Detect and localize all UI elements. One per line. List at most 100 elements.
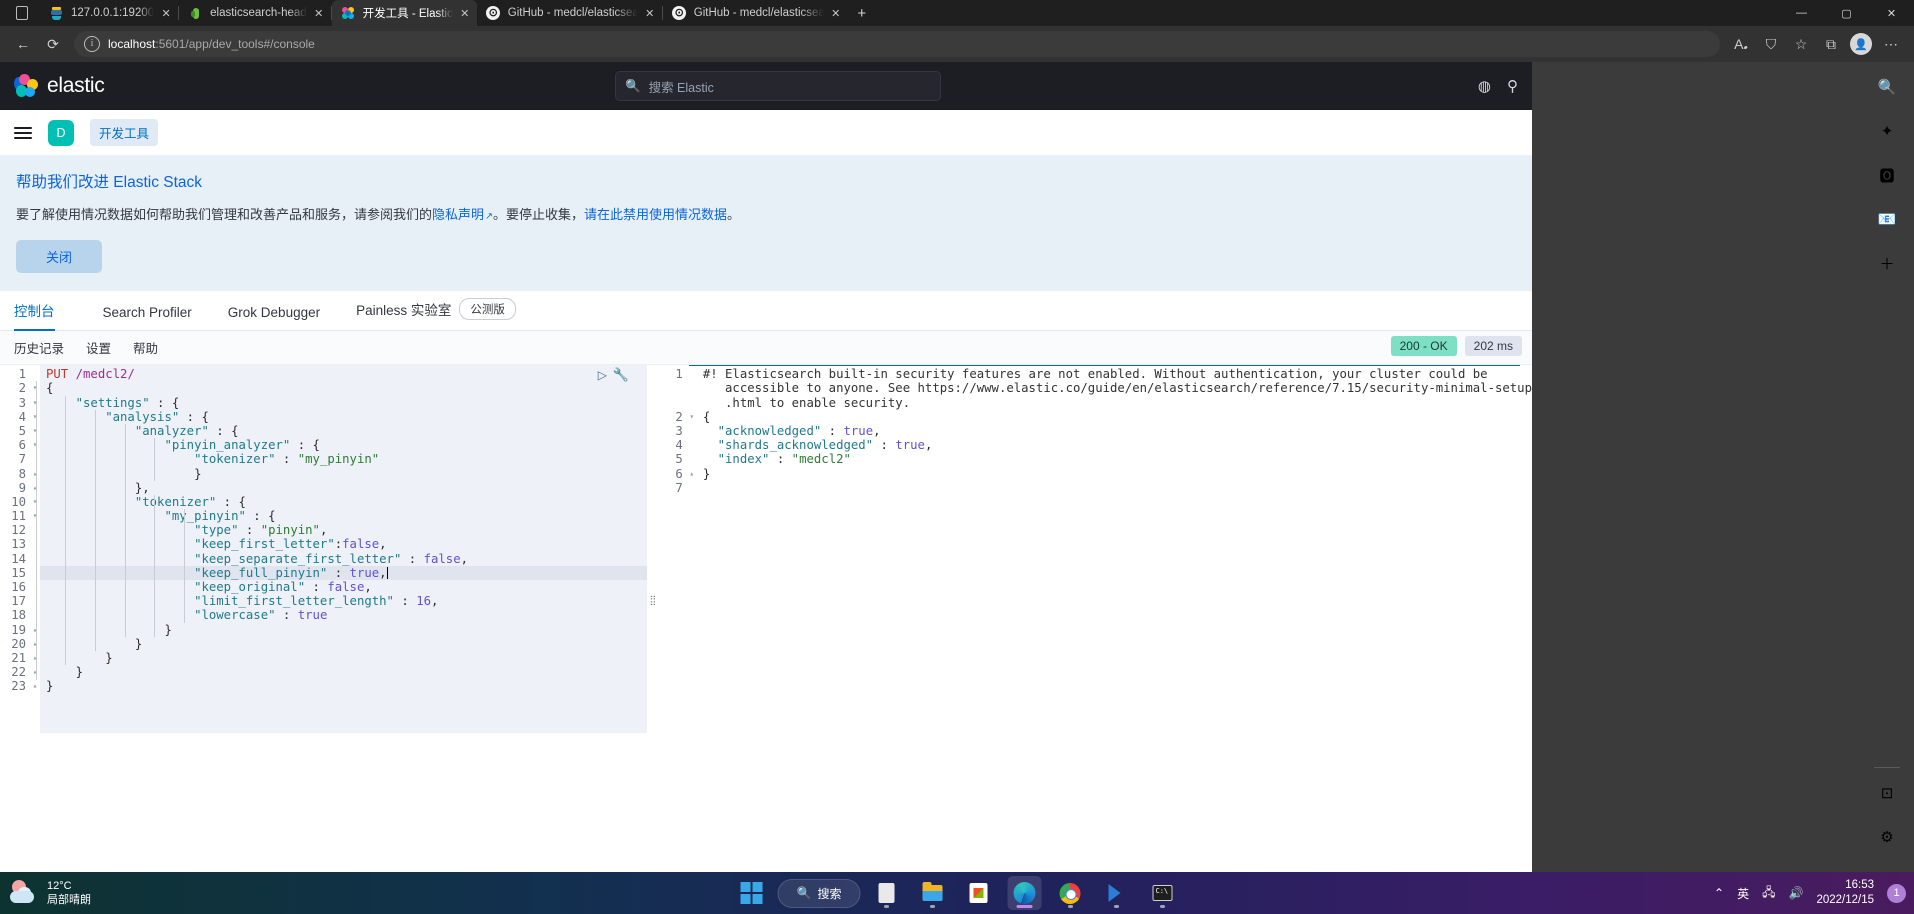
code-text: "settings" : { xyxy=(46,395,180,410)
taskbar-app-terminal[interactable]: C:\ xyxy=(1145,876,1179,910)
taskbar-app-notepad[interactable] xyxy=(869,876,903,910)
browser-window: 127.0.0.1:19200 ✕ elasticsearch-head ✕ 开… xyxy=(0,0,1914,872)
notification-badge[interactable]: 1 xyxy=(1887,883,1906,903)
pane-resize-handle[interactable]: ⦙⦙ xyxy=(647,365,659,838)
search-label: 搜索 xyxy=(817,886,842,901)
new-tab-button[interactable]: + xyxy=(848,0,876,26)
settings-link[interactable]: 设置 xyxy=(86,338,111,357)
news-icon[interactable]: ⚲ xyxy=(1507,77,1518,95)
maximize-button[interactable]: ▢ xyxy=(1824,0,1869,26)
request-editor[interactable]: 1PUT /medcl2/2▾{3▾ "settings" : {4▾ "ana… xyxy=(0,365,756,838)
fold-toggle-icon[interactable]: ▴ xyxy=(687,467,697,481)
browser-tab-4[interactable]: ⊙ GitHub - medcl/elasticsearch-ana ✕ xyxy=(663,0,848,26)
browser-tab-1[interactable]: elasticsearch-head ✕ xyxy=(179,0,331,26)
collections-icon[interactable]: ⧉ xyxy=(1816,30,1846,58)
refresh-icon[interactable]: ⟳ xyxy=(38,30,68,58)
line-number: 21 xyxy=(0,650,30,666)
outlook-icon[interactable]: 📧 xyxy=(1870,202,1904,236)
close-icon[interactable]: ✕ xyxy=(642,5,658,21)
send-request-icon[interactable]: ▷ xyxy=(598,368,607,382)
callout-body: 要了解使用情况数据如何帮助我们管理和改善产品和服务，请参阅我们的隐私声明↗。要停… xyxy=(16,206,1516,224)
taskbar-app-microsoft-store[interactable] xyxy=(961,876,995,910)
fold-toggle-icon[interactable]: ▴ xyxy=(30,679,40,693)
elastic-logo[interactable]: elastic xyxy=(14,74,105,98)
tab-label: 控制台 xyxy=(14,304,55,320)
read-aloud-icon[interactable]: A𝅘 xyxy=(1726,30,1756,58)
address-input[interactable]: i localhost:5601/app/dev_tools#/console xyxy=(74,31,1720,57)
site-info-icon[interactable]: i xyxy=(84,36,100,52)
browser-tab-0[interactable]: 127.0.0.1:19200 ✕ xyxy=(40,0,178,26)
tab-search-icon[interactable] xyxy=(4,0,40,26)
close-icon[interactable]: ✕ xyxy=(457,5,473,21)
line-number: 1 xyxy=(658,367,687,382)
ime-indicator[interactable]: 英 xyxy=(1737,885,1749,902)
back-icon[interactable]: ← xyxy=(8,30,38,58)
fold-toggle-icon[interactable]: ▾ xyxy=(687,410,697,424)
line-number: 3 xyxy=(658,423,687,439)
taskbar-app-file-explorer[interactable] xyxy=(915,876,949,910)
collections-add-icon[interactable]: ⛉ xyxy=(1756,30,1786,58)
help-link[interactable]: 帮助 xyxy=(133,338,158,357)
tab-title: GitHub - medcl/elasticsearch-ana xyxy=(693,7,824,19)
code-text: { xyxy=(702,409,711,424)
code-line: 4 "shards_acknowledged" : true, xyxy=(658,438,1532,453)
clock-date: 2022/12/15 xyxy=(1816,894,1874,906)
taskbar-app-microsoft-edge[interactable] xyxy=(1007,876,1042,910)
minimize-button[interactable]: — xyxy=(1779,0,1824,26)
copilot-icon[interactable]: ✦ xyxy=(1870,114,1904,148)
taskbar-app-google-chrome[interactable] xyxy=(1053,876,1087,910)
profile-avatar[interactable]: 👤 xyxy=(1850,33,1872,55)
browser-tab-2[interactable]: 开发工具 - Elastic ✕ xyxy=(331,0,477,26)
search-icon[interactable]: 🔍 xyxy=(1870,70,1904,104)
add-app-icon[interactable]: ＋ xyxy=(1870,246,1904,280)
line-number: 19 xyxy=(0,622,30,637)
close-icon[interactable]: ✕ xyxy=(311,5,327,21)
tab-console[interactable]: 控制台 xyxy=(14,300,65,332)
browser-tab-3[interactable]: ⊙ GitHub - medcl/elasticsearch-ana ✕ xyxy=(477,0,662,26)
code-line: 14 "keep_separate_first_letter" : false, xyxy=(0,551,647,566)
settings-more-icon[interactable]: ⋯ xyxy=(1876,30,1906,58)
start-button[interactable] xyxy=(735,876,769,910)
office-icon[interactable]: 🅾 xyxy=(1870,158,1904,192)
line-number: 12 xyxy=(0,523,30,538)
code-line: 1 PUT /medcl2/ xyxy=(0,367,647,382)
line-number: 2 xyxy=(658,409,687,424)
tab-label: Search Profiler xyxy=(102,305,192,321)
code-text: "my_pinyin" : { xyxy=(46,509,276,524)
network-icon[interactable]: 🖧 xyxy=(1762,883,1775,904)
favorites-icon[interactable]: ☆ xyxy=(1786,30,1816,58)
space-avatar[interactable]: D xyxy=(48,119,74,146)
close-icon[interactable]: ✕ xyxy=(158,5,174,21)
code-text: } xyxy=(194,466,202,481)
tab-painless-lab[interactable]: Painless 实验室 公测版 xyxy=(346,298,526,330)
taskbar-search-button[interactable]: 🔍 搜索 xyxy=(777,878,861,908)
tab-search-profiler[interactable]: Search Profiler xyxy=(93,305,202,330)
close-icon[interactable]: ✕ xyxy=(828,5,844,21)
sidebar-toggle-icon[interactable]: ⊡ xyxy=(1870,776,1904,810)
rail-settings-icon[interactable]: ⚙ xyxy=(1870,820,1904,854)
history-link[interactable]: 历史记录 xyxy=(14,338,64,357)
help-icon[interactable]: ◍ xyxy=(1478,77,1491,95)
system-tray: ⌃ 英 🖧 🔊 16:53 2022/12/15 1 xyxy=(1714,878,1906,908)
code-line: 6▾ "pinyin_analyzer" : { xyxy=(0,438,647,453)
close-window-button[interactable]: ✕ xyxy=(1869,0,1914,26)
indent-guide xyxy=(183,509,185,623)
volume-icon[interactable]: 🔊 xyxy=(1788,886,1803,900)
dismiss-callout-button[interactable]: 关闭 xyxy=(16,240,103,274)
tab-grok-debugger[interactable]: Grok Debugger xyxy=(218,305,330,330)
tray-expand-icon[interactable]: ⌃ xyxy=(1714,886,1724,900)
breadcrumb[interactable]: 开发工具 xyxy=(90,119,159,146)
request-code[interactable]: 1 PUT /medcl2/2▾{3▾ "settings" : {4▾ "ana… xyxy=(0,365,647,694)
disable-telemetry-link[interactable]: 请在此禁用使用情况数据 xyxy=(584,207,727,222)
taskbar-app-vscode[interactable] xyxy=(1099,876,1133,910)
weather-widget[interactable]: 12°C 局部晴朗 xyxy=(0,878,91,908)
privacy-statement-link[interactable]: 隐私声明 xyxy=(432,207,484,222)
code-line: 11▾ "my_pinyin" : { xyxy=(0,509,647,524)
wrench-icon[interactable]: 🔧 xyxy=(613,367,629,383)
taskbar-center: 🔍 搜索 C:\ xyxy=(732,876,1183,910)
code-text: } xyxy=(702,466,711,481)
clock[interactable]: 16:53 2022/12/15 xyxy=(1816,878,1874,908)
global-search-input[interactable]: 🔍 搜索 Elastic xyxy=(615,71,941,101)
hamburger-icon[interactable] xyxy=(14,126,32,139)
code-line: 7 xyxy=(658,480,1532,495)
